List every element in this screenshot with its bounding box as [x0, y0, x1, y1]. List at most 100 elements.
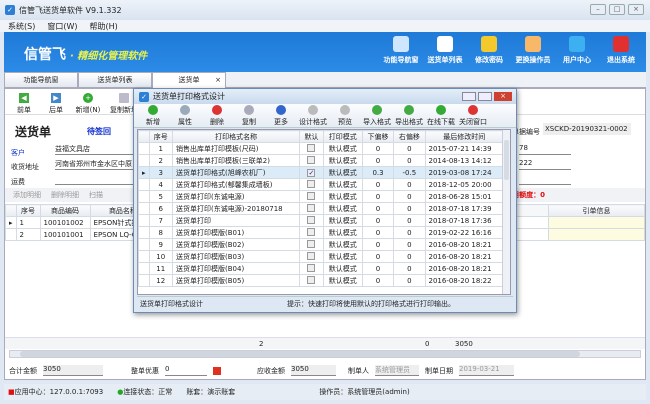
vertical-scrollbar[interactable] [502, 130, 510, 295]
cell-modified: 2018-07-18 17:36 [425, 215, 503, 227]
table-row[interactable]: 12送货单打印模版(B05)默认模式002016-08-20 18:22 [139, 275, 504, 287]
dialog-title: 送货单打印格式设计 [153, 91, 225, 102]
cell-bottom-offset: 0 [362, 179, 393, 191]
table-row[interactable]: 8送货单打印模版(B01)默认模式002019-02-22 16:16 [139, 227, 504, 239]
nav-user-button[interactable]: 更换操作员 [514, 36, 552, 65]
freight-field[interactable] [55, 174, 135, 185]
customer-field[interactable]: 益福文具店 [55, 144, 135, 155]
menu-system[interactable]: 系统(S) [8, 21, 35, 32]
download-button[interactable]: 在线下载 [426, 105, 456, 126]
dialog-minimize-button[interactable] [462, 92, 476, 101]
delete-button[interactable]: 删除 [202, 105, 232, 126]
table-row[interactable]: 11送货单打印模版(B04)默认模式002016-08-20 18:21 [139, 263, 504, 275]
extra-field[interactable]: 222 [519, 159, 571, 170]
label: 连接状态：正常 [123, 388, 172, 396]
nav-list-button[interactable]: 送货单列表 [426, 36, 464, 65]
discount-field[interactable]: 0 [165, 365, 207, 376]
table-row[interactable]: 5送货单打印(东诚电源)默认模式002018-06-28 15:01 [139, 191, 504, 203]
prev-button[interactable]: ◀前单 [11, 93, 37, 110]
remark-field[interactable] [519, 174, 571, 185]
horizontal-scrollbar[interactable] [9, 350, 641, 358]
label: 更多 [274, 118, 288, 126]
default-checkbox[interactable]: ✓ [307, 169, 315, 177]
table-row[interactable]: 2销售出库单打印模板(三联单2)默认模式002014-08-13 14:12 [139, 155, 504, 167]
nav-monitor-button[interactable]: 功能导航窗 [382, 36, 420, 65]
sign-status-link[interactable]: 待签回 [87, 126, 111, 137]
design-button[interactable]: 设计格式 [298, 105, 328, 126]
default-checkbox[interactable] [307, 228, 315, 236]
default-checkbox[interactable] [307, 192, 315, 200]
nav-lock-button[interactable]: 修改密码 [470, 36, 508, 65]
default-checkbox[interactable] [307, 156, 315, 164]
preview-button[interactable]: 预览 [330, 105, 360, 126]
label: 送货单列表 [428, 56, 463, 64]
cell-name: 送货单打印模版(B01) [173, 227, 300, 239]
cell-bottom-offset: 0 [362, 239, 393, 251]
properties-icon [180, 105, 190, 115]
cell-bottom-offset: 0 [362, 191, 393, 203]
cell-mode: 默认模式 [323, 179, 362, 191]
menu-help[interactable]: 帮助(H) [89, 21, 117, 32]
add-detail-button[interactable]: 添加明细 [13, 190, 41, 200]
minimize-button[interactable]: – [590, 4, 606, 15]
table-row[interactable]: 1销售出库单打印模板(尺码)默认模式002015-07-21 14:39 [139, 143, 504, 155]
next-button[interactable]: ▶后单 [43, 93, 69, 110]
scan-button[interactable]: 扫描 [89, 190, 103, 200]
cell-right-offset: -0.5 [394, 167, 425, 179]
close-button[interactable]: × [628, 4, 644, 15]
properties-button[interactable]: 属性 [170, 105, 200, 126]
table-row[interactable]: 4送货单打印格式(郁馨集成墙板)默认模式002018-12-05 20:00 [139, 179, 504, 191]
default-checkbox[interactable] [307, 180, 315, 188]
tab-nav[interactable]: 功能导航窗 [4, 72, 78, 88]
contact-field[interactable]: 78 [519, 144, 571, 155]
dialog-maximize-button[interactable] [478, 92, 492, 101]
table-row[interactable]: 9送货单打印模版(B02)默认模式002016-08-20 18:21 [139, 239, 504, 251]
label: 关闭窗口 [459, 118, 487, 126]
default-checkbox[interactable] [307, 264, 315, 272]
default-checkbox[interactable] [307, 204, 315, 212]
delete-detail-button[interactable]: 删除明细 [51, 190, 79, 200]
cell-right-offset: 0 [394, 203, 425, 215]
cell-bottom-offset: 0 [362, 143, 393, 155]
export-button[interactable]: 导出格式 [394, 105, 424, 126]
nav-power-button[interactable]: 退出系统 [602, 36, 640, 65]
import-button[interactable]: 导入格式 [362, 105, 392, 126]
calc-icon[interactable] [213, 367, 221, 375]
default-checkbox[interactable] [307, 276, 315, 284]
doc-no-field[interactable]: XSCKD-20190321-0002 [543, 123, 631, 135]
default-checkbox[interactable] [307, 252, 315, 260]
table-row[interactable]: 6送货单打印(东诚电源)-20180718默认模式002018-07-18 17… [139, 203, 504, 215]
new-button[interactable]: +新增(N) [75, 93, 101, 110]
more-button[interactable]: 更多 [266, 105, 296, 126]
export-icon [404, 105, 414, 115]
label: 删除 [210, 118, 224, 126]
menu-window[interactable]: 窗口(W) [47, 21, 77, 32]
cell-seq: 12 [149, 275, 173, 287]
dialog-close-button[interactable]: × [494, 92, 512, 101]
dialog-status-hint: 提示：快速打印将使用默认的打印格式进行打印输出。 [287, 299, 455, 309]
tab-delivery[interactable]: 送货单 × [152, 72, 226, 88]
maximize-button[interactable]: □ [609, 4, 625, 15]
new-button[interactable]: 新增 [138, 105, 168, 126]
close-window-button[interactable]: 关闭窗口 [458, 105, 488, 126]
table-row[interactable]: 10送货单打印模版(B03)默认模式002016-08-20 18:21 [139, 251, 504, 263]
sum-a: 0 [425, 340, 429, 348]
address-field[interactable]: 河南省郑州市金水区中原 [55, 159, 135, 170]
default-checkbox[interactable] [307, 216, 315, 224]
nav-globe-button[interactable]: 用户中心 [558, 36, 596, 65]
label: 新增 [146, 118, 160, 126]
copy-button[interactable]: 复制 [234, 105, 264, 126]
close-tab-icon[interactable]: × [215, 73, 221, 87]
customer-label[interactable]: 客户 [11, 148, 25, 158]
col-modified: 最后修改时间 [425, 131, 503, 143]
cell-right-offset: 0 [394, 227, 425, 239]
default-checkbox[interactable] [307, 240, 315, 248]
scroll-thumb[interactable] [504, 140, 509, 180]
table-row[interactable]: ▸3送货单打印格式(旭峰农机厂)✓默认模式0.3-0.52019-03-08 1… [139, 167, 504, 179]
cell-modified: 2016-08-20 18:21 [425, 263, 503, 275]
default-checkbox[interactable] [307, 144, 315, 152]
tab-list[interactable]: 送货单列表 [78, 72, 152, 88]
table-row[interactable]: 7送货单打印默认模式002018-07-18 17:36 [139, 215, 504, 227]
cell-right-offset: 0 [394, 275, 425, 287]
scroll-thumb[interactable] [20, 351, 580, 357]
